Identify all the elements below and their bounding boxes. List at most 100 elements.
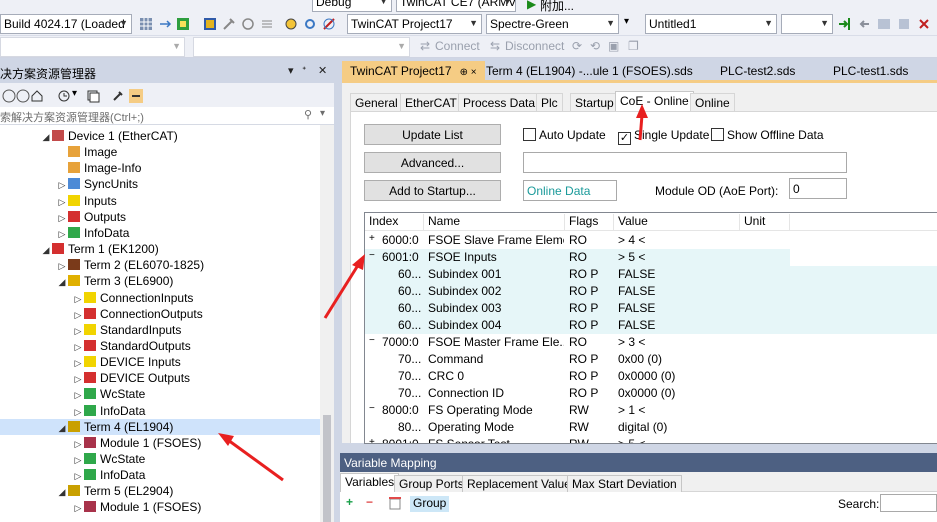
expander-icon[interactable]: ▷ xyxy=(72,452,84,468)
tree-item[interactable]: ◢ Device 1 (EtherCAT) xyxy=(40,128,178,144)
login-icon[interactable] xyxy=(837,17,851,31)
chevron-down-icon[interactable]: ▾ xyxy=(320,108,325,119)
properties-icon[interactable] xyxy=(111,89,125,103)
tab-ethercat[interactable]: EtherCAT xyxy=(400,93,462,111)
table-row[interactable]: 60... Subindex 003 RO P FALSE xyxy=(365,300,937,317)
tab-replacement-values[interactable]: Replacement Values xyxy=(462,475,582,492)
group-button[interactable]: Group xyxy=(410,496,450,512)
tab-variables[interactable]: Variables xyxy=(340,473,400,492)
expander-icon[interactable]: ▷ xyxy=(56,194,68,210)
expander-icon[interactable]: ◢ xyxy=(56,420,68,436)
scan-icon[interactable] xyxy=(284,17,298,31)
play-icon[interactable]: ▶ xyxy=(527,0,536,11)
table-row[interactable]: −8000:0 FS Operating Mode RW > 1 < xyxy=(365,402,937,419)
chevron-down-icon[interactable]: ▾ xyxy=(72,88,77,99)
document-tab[interactable]: TwinCAT Project17 ⊕ × xyxy=(342,61,485,80)
tab-general[interactable]: General xyxy=(350,93,403,111)
expander-icon[interactable]: ▷ xyxy=(72,404,84,420)
document-tab[interactable]: PLC-test1.sds xyxy=(825,61,916,80)
tab-online[interactable]: Online xyxy=(690,93,735,111)
connect-button[interactable]: Connect xyxy=(435,39,480,53)
tree-item[interactable]: ▷ ConnectionInputs xyxy=(72,290,194,306)
home-icon[interactable] xyxy=(30,89,44,103)
tree-item[interactable]: ▷ Module 1 (FSOES) xyxy=(72,435,202,451)
tab-coe-online[interactable]: CoE - Online xyxy=(615,91,694,112)
build-combo[interactable]: Build 4024.17 (Loaded ▼ xyxy=(0,14,132,34)
tab-process-data[interactable]: Process Data xyxy=(458,93,541,111)
expander-icon[interactable]: ◢ xyxy=(40,242,52,258)
description-field[interactable] xyxy=(523,152,847,173)
table-row[interactable]: 60... Subindex 001 RO P FALSE xyxy=(365,266,937,283)
target-combo[interactable]: Spectre-Green ▼ xyxy=(486,14,619,34)
tree-item[interactable]: ▷ Term 2 (EL6070-1825) xyxy=(56,257,205,274)
advanced-button[interactable]: Advanced... xyxy=(364,152,501,173)
table-row[interactable]: +6000:0 FSOE Slave Frame Eleme... RO > 4 < xyxy=(365,232,937,249)
expander-icon[interactable]: ▷ xyxy=(72,323,84,339)
remove-icon[interactable]: − xyxy=(366,495,373,509)
extra-combo[interactable]: ▼ xyxy=(781,14,833,34)
expander-icon[interactable]: − xyxy=(369,335,379,346)
reset-icon[interactable] xyxy=(917,17,931,31)
tree-item[interactable]: ▷ Module 1 (FSOES) xyxy=(72,499,202,516)
expander-icon[interactable]: ◢ xyxy=(40,129,52,145)
table-row[interactable]: 70... Command RO P 0x00 (0) xyxy=(365,351,937,368)
sync-icon[interactable]: ⟲ xyxy=(590,39,600,53)
tree-item[interactable]: Image xyxy=(56,144,117,160)
tree-item[interactable]: ▷ Outputs xyxy=(56,209,127,226)
update-list-button[interactable]: Update List xyxy=(364,124,501,145)
expander-icon[interactable]: ▷ xyxy=(56,177,68,193)
add-icon[interactable]: + xyxy=(346,495,353,509)
tab-startup[interactable]: Startup xyxy=(570,93,619,111)
config-mode-icon[interactable] xyxy=(260,17,274,31)
table-row[interactable]: 70... Connection ID RO P 0x0000 (0) xyxy=(365,385,937,402)
solution-search-box[interactable]: 索解决方案资源管理器(Ctrl+;) ⚲ ▾ xyxy=(0,107,334,125)
col-flags[interactable]: Flags xyxy=(565,214,614,231)
tree-item[interactable]: ▷ StandardOutputs xyxy=(72,338,191,354)
restart-icon[interactable] xyxy=(241,17,255,31)
expander-icon[interactable]: − xyxy=(369,403,379,414)
run-icon[interactable] xyxy=(877,17,891,31)
project-combo[interactable]: TwinCAT Project17 ▼ xyxy=(347,14,482,34)
expander-icon[interactable]: + xyxy=(369,437,379,443)
device-icon[interactable] xyxy=(203,17,217,31)
table-row[interactable]: 80... Operating Mode RW digital (0) xyxy=(365,419,937,436)
empty-combo-2[interactable]: ▼ xyxy=(193,37,410,57)
tree-item[interactable]: Image-Info xyxy=(56,160,141,176)
collapse-icon[interactable] xyxy=(86,89,100,103)
stop-icon[interactable] xyxy=(897,17,911,31)
tab-max-start-deviation[interactable]: Max Start Deviation xyxy=(567,475,682,492)
table-row[interactable]: 60... Subindex 004 RO P FALSE xyxy=(365,317,937,334)
tree-item[interactable]: ▷ DEVICE Outputs xyxy=(72,370,191,386)
col-index[interactable]: Index xyxy=(365,214,424,231)
tree-scrollbar[interactable] xyxy=(320,125,334,522)
tools-icon[interactable] xyxy=(222,17,236,31)
broadcast-icon[interactable] xyxy=(303,17,317,31)
col-unit[interactable]: Unit xyxy=(740,214,790,231)
tab-group-ports[interactable]: Group Ports xyxy=(394,475,469,492)
expander-icon[interactable]: ▷ xyxy=(72,468,84,484)
copy-icon[interactable]: ❐ xyxy=(628,39,639,53)
platform-combo[interactable]: TwinCAT CE7 (ARMV7) ▼ xyxy=(396,0,516,12)
expander-icon[interactable]: ▷ xyxy=(56,210,68,226)
expander-icon[interactable]: ▷ xyxy=(72,307,84,323)
tree-item[interactable]: ▷ DEVICE Inputs xyxy=(72,354,181,370)
document-tab[interactable]: PLC-test2.sds xyxy=(712,61,803,80)
untitled-combo[interactable]: Untitled1 ▼ xyxy=(645,14,777,34)
col-value[interactable]: Value xyxy=(614,214,740,231)
tree-item[interactable]: ▷ ConnectionOutputs xyxy=(72,306,203,322)
expander-icon[interactable]: − xyxy=(369,250,379,261)
expander-icon[interactable]: ▷ xyxy=(56,226,68,242)
expander-icon[interactable]: ◢ xyxy=(56,274,68,290)
tab-pin-close-icon[interactable]: ⊕ × xyxy=(460,67,477,78)
expander-icon[interactable]: ▷ xyxy=(72,500,84,516)
refresh-icon[interactable]: ⟳ xyxy=(572,39,582,53)
auto-update-checkbox[interactable]: Auto Update xyxy=(523,128,606,142)
empty-combo-1[interactable]: ▼ xyxy=(0,37,185,57)
expander-icon[interactable]: ▷ xyxy=(56,258,68,274)
scrollbar-thumb[interactable] xyxy=(323,415,331,522)
table-row[interactable]: 70... CRC 0 RO P 0x0000 (0) xyxy=(365,368,937,385)
config-combo[interactable]: Debug ▼ xyxy=(312,0,392,12)
document-tab[interactable]: Term 4 (EL1904) -...ule 1 (FSOES).sds xyxy=(478,61,701,80)
settings-icon[interactable]: ▣ xyxy=(608,39,619,53)
disconnect-button[interactable]: Disconnect xyxy=(505,39,564,53)
